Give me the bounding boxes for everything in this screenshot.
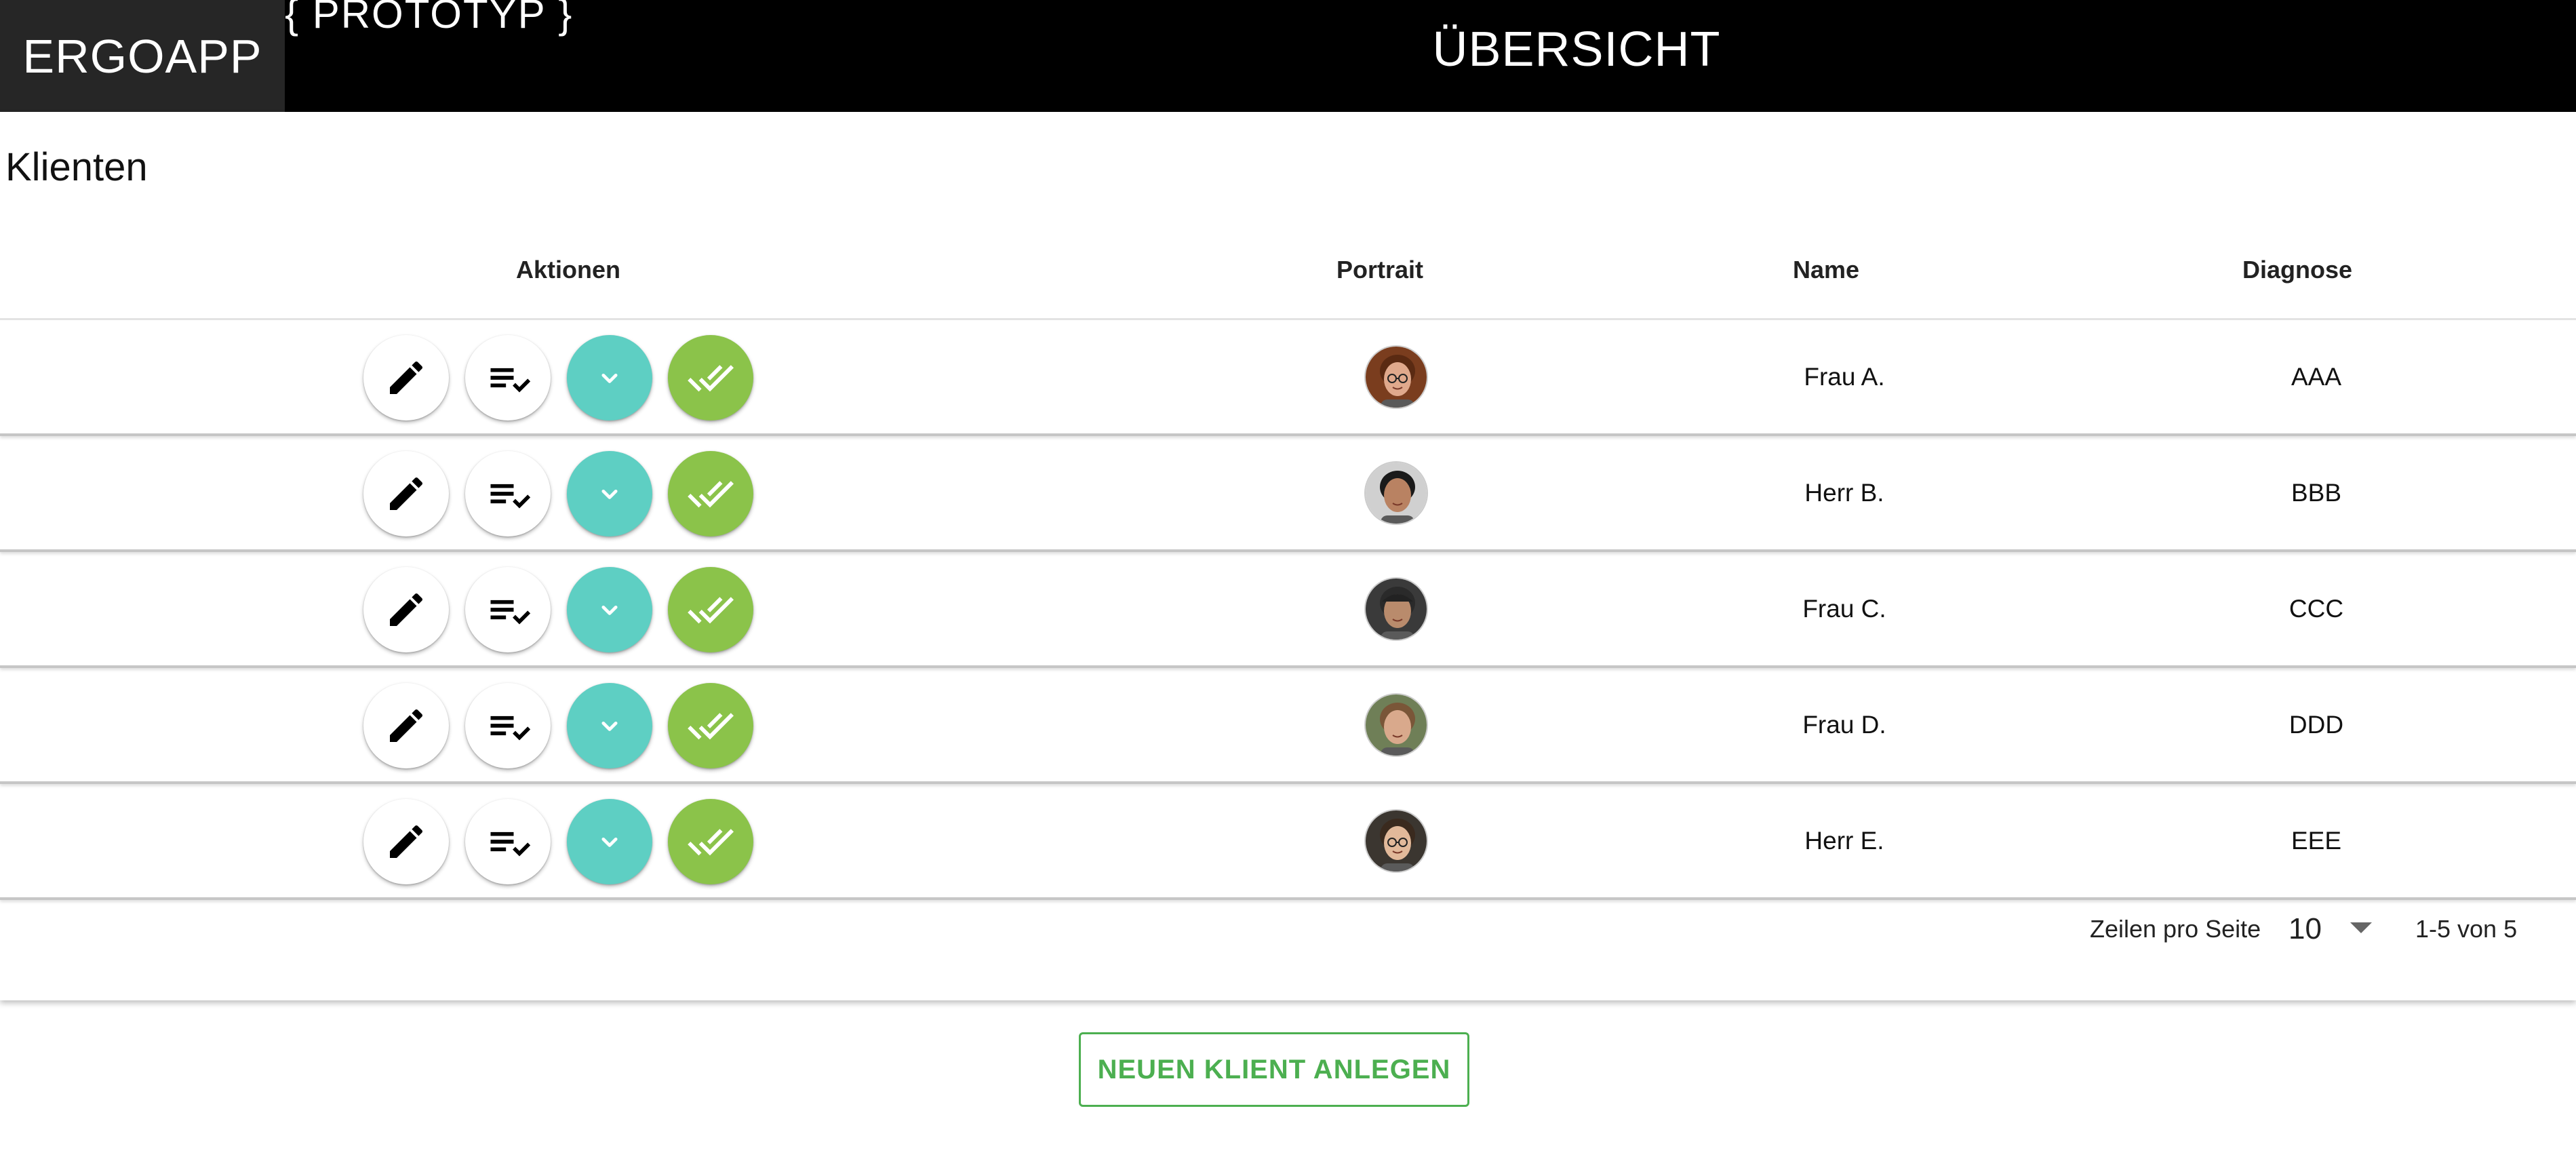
card-title: Klienten xyxy=(5,145,148,189)
app-bar: ERGOAPP { PROTOTYP } ÜBERSICHT xyxy=(0,0,2576,112)
edit-icon xyxy=(384,820,428,863)
checklist-button[interactable] xyxy=(465,567,551,652)
expand-button[interactable] xyxy=(567,567,652,652)
client-diagnosis: BBB xyxy=(2291,478,2342,507)
clients-card: Klienten Aktionen Portrait Name Diagnose… xyxy=(0,112,2576,1000)
client-name: Herr B. xyxy=(1804,478,1884,507)
chevron-down-icon xyxy=(595,595,625,625)
table-row: Frau D. DDD xyxy=(0,668,2576,784)
caret-down-icon[interactable] xyxy=(2350,922,2372,933)
checklist-button[interactable] xyxy=(465,683,551,768)
expand-button[interactable] xyxy=(567,451,652,536)
edit-button[interactable] xyxy=(363,335,449,420)
page-title: ÜBERSICHT xyxy=(1432,22,1721,77)
pagination-range: 1-5 von 5 xyxy=(2415,914,2518,943)
checklist-button[interactable] xyxy=(465,451,551,536)
avatar xyxy=(1364,577,1428,641)
expand-button[interactable] xyxy=(567,683,652,768)
avatar xyxy=(1364,345,1428,409)
edit-icon xyxy=(384,704,428,747)
chevron-down-icon xyxy=(595,827,625,857)
client-name: Frau A. xyxy=(1804,362,1885,391)
edit-button[interactable] xyxy=(363,567,449,652)
checklist-icon xyxy=(485,471,531,517)
expand-button[interactable] xyxy=(567,335,652,420)
client-diagnosis: EEE xyxy=(2291,826,2342,855)
column-header-actions: Aktionen xyxy=(515,256,621,283)
complete-button[interactable] xyxy=(668,799,753,884)
done-all-icon xyxy=(687,702,734,749)
rows-per-page-select[interactable]: 10 xyxy=(2288,883,2322,975)
edit-icon xyxy=(384,472,428,515)
checklist-button[interactable] xyxy=(465,335,551,420)
client-diagnosis: CCC xyxy=(2288,594,2344,623)
table-pagination: Zeilen pro Seite 10 1-5 von 5 xyxy=(0,883,2576,998)
table-row: Frau A. AAA xyxy=(0,320,2576,436)
checklist-icon xyxy=(485,703,531,749)
edit-button[interactable] xyxy=(363,683,449,768)
table-row: Frau C. CCC xyxy=(0,552,2576,668)
table-row: Herr B. BBB xyxy=(0,436,2576,552)
rows-per-page-label: Zeilen pro Seite xyxy=(2090,914,2261,943)
chevron-down-icon xyxy=(595,711,625,741)
client-name: Herr E. xyxy=(1804,826,1884,855)
complete-button[interactable] xyxy=(668,335,753,420)
brand-logo[interactable]: ERGOAPP xyxy=(0,0,285,112)
complete-button[interactable] xyxy=(668,567,753,652)
column-header-name: Name xyxy=(1792,256,1860,283)
client-diagnosis: DDD xyxy=(2288,710,2344,739)
chevron-down-icon xyxy=(595,363,625,393)
column-header-portrait: Portrait xyxy=(1336,256,1424,283)
done-all-icon xyxy=(687,354,734,402)
done-all-icon xyxy=(687,470,734,517)
checklist-icon xyxy=(485,587,531,633)
avatar xyxy=(1364,809,1428,873)
checklist-button[interactable] xyxy=(465,799,551,884)
new-client-button[interactable]: NEUEN KLIENT ANLEGEN xyxy=(1079,1032,1469,1107)
done-all-icon xyxy=(687,818,734,865)
edit-icon xyxy=(384,356,428,399)
avatar xyxy=(1364,693,1428,757)
avatar xyxy=(1364,461,1428,525)
client-name: Frau C. xyxy=(1802,594,1886,623)
client-diagnosis: AAA xyxy=(2291,362,2342,391)
done-all-icon xyxy=(687,586,734,633)
edit-button[interactable] xyxy=(363,799,449,884)
chevron-down-icon xyxy=(595,479,625,509)
edit-button[interactable] xyxy=(363,451,449,536)
complete-button[interactable] xyxy=(668,683,753,768)
edit-icon xyxy=(384,588,428,631)
column-header-diagnosis: Diagnose xyxy=(2242,256,2353,283)
expand-button[interactable] xyxy=(567,799,652,884)
prototype-badge: { PROTOTYP } xyxy=(285,0,574,37)
client-name: Frau D. xyxy=(1802,710,1886,739)
checklist-icon xyxy=(485,819,531,865)
checklist-icon xyxy=(485,355,531,401)
complete-button[interactable] xyxy=(668,451,753,536)
